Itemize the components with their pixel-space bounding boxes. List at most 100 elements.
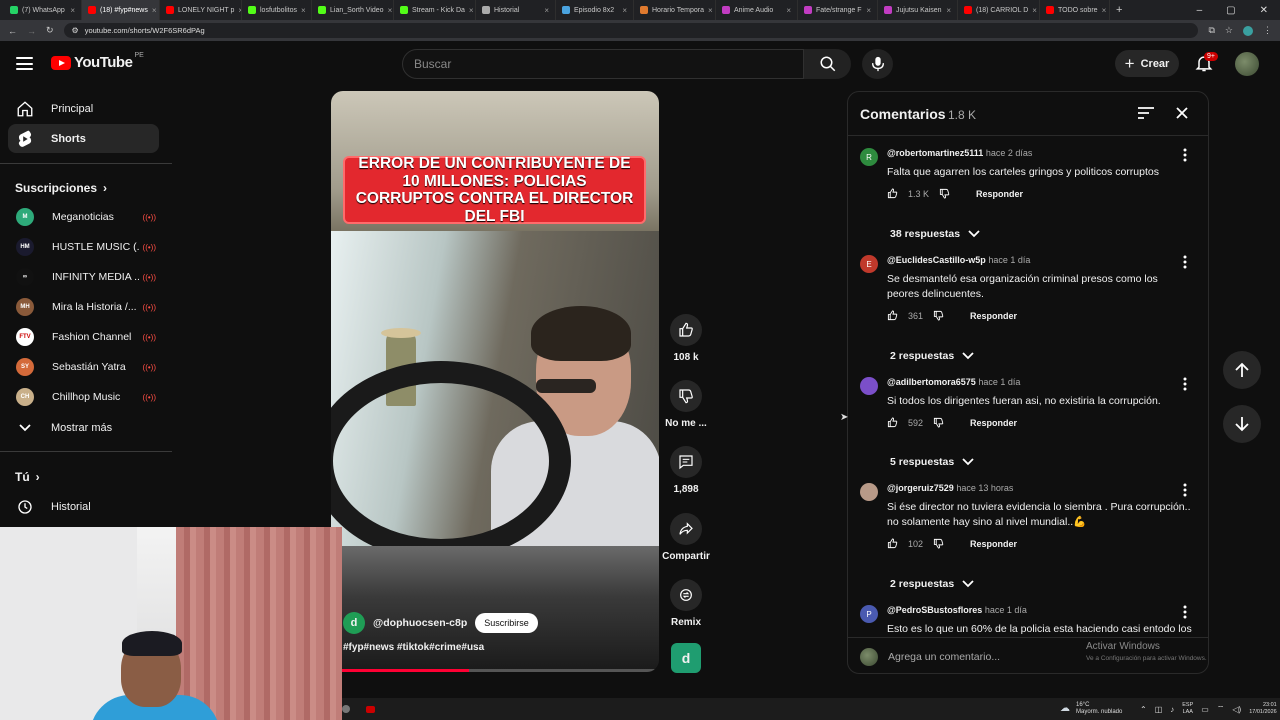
comment-author[interactable]: @adilbertomora6575 (887, 377, 976, 387)
browser-tab[interactable]: (18) CARRIOL D × (958, 0, 1040, 20)
comment-author[interactable]: @robertomartinez5111 (887, 148, 983, 158)
url-field[interactable]: ⚙ youtube.com/shorts/W2F6SR6dPAg (63, 23, 1199, 38)
bookmark-star-icon[interactable]: ☆ (1225, 25, 1233, 36)
reply-button[interactable]: Responder (970, 311, 1017, 321)
commenter-avatar[interactable]: E (860, 255, 878, 273)
browser-tab[interactable]: Lian_Sorth Video × (312, 0, 394, 20)
thumbs-down-icon[interactable] (933, 538, 944, 549)
sound-thumbnail[interactable]: d (671, 643, 701, 673)
subscription-item[interactable]: CH Chillhop Music ((•)) (16, 387, 156, 407)
subscription-item[interactable]: MH Mira la Historia /... ((•)) (16, 297, 156, 317)
subscription-item[interactable]: HM HUSTLE MUSIC (... ((•)) (16, 237, 156, 257)
new-tab-icon[interactable]: + (1116, 4, 1122, 16)
browser-tab[interactable]: (18) #fyp#news × (82, 0, 160, 20)
dislike-button[interactable]: No me ... (665, 380, 707, 429)
browser-tab[interactable]: (7) WhatsApp × (4, 0, 82, 20)
tab-close-icon[interactable]: × (942, 6, 951, 15)
tab-close-icon[interactable]: × (540, 6, 549, 15)
browser-tab[interactable]: Episodio 8x2 × (556, 0, 634, 20)
tab-close-icon[interactable]: × (66, 6, 75, 15)
view-replies-button[interactable]: 5 respuestas (890, 456, 974, 468)
browser-tab[interactable]: Horario Tempora × (634, 0, 716, 20)
menu-dots-icon[interactable]: ⋮ (1263, 25, 1272, 36)
sidebar-item-shorts[interactable]: Shorts (8, 124, 159, 153)
more-options-icon[interactable] (1180, 255, 1190, 269)
site-info-icon[interactable]: ⚙ (72, 26, 79, 35)
clock[interactable]: 23:01 17/01/2026 (1249, 702, 1277, 716)
browser-tab[interactable]: LONELY NIGHT p× (160, 0, 242, 20)
minimize-icon[interactable]: – (1197, 5, 1203, 16)
more-options-icon[interactable] (1180, 605, 1190, 619)
show-more-button[interactable]: Mostrar más (8, 413, 159, 442)
tab-close-icon[interactable]: × (618, 6, 627, 15)
thumbs-up-icon[interactable] (887, 417, 898, 428)
view-replies-button[interactable]: 38 respuestas (890, 228, 980, 240)
tray-volume-icon[interactable]: ◁) (1232, 705, 1241, 714)
close-icon[interactable] (1175, 106, 1189, 120)
extensions-icon[interactable]: ⧉ (1208, 25, 1214, 36)
search-input[interactable]: Buscar (402, 49, 804, 79)
sidebar-item-history[interactable]: Historial (8, 492, 159, 521)
create-button[interactable]: + Crear (1115, 50, 1179, 77)
tab-close-icon[interactable]: × (297, 6, 306, 15)
share-button[interactable]: Compartir (662, 513, 710, 562)
reply-button[interactable]: Responder (976, 189, 1023, 199)
youtube-logo[interactable]: YouTube PE (51, 52, 144, 71)
thumbs-up-icon[interactable] (887, 188, 898, 199)
browser-tab[interactable]: Jujutsu Kaisen × (878, 0, 958, 20)
reload-icon[interactable]: ↻ (46, 25, 54, 36)
comment-author[interactable]: @PedroSBustosflores (887, 605, 982, 615)
browser-tab[interactable]: TODO sobre × (1040, 0, 1110, 20)
thumbs-up-icon[interactable] (887, 310, 898, 321)
browser-tab[interactable]: Anime Audio × (716, 0, 798, 20)
remix-button[interactable]: Remix (668, 579, 704, 628)
tab-close-icon[interactable]: × (1098, 6, 1107, 15)
tab-close-icon[interactable]: × (384, 6, 393, 15)
commenter-avatar[interactable] (860, 377, 878, 395)
commenter-avatar[interactable]: P (860, 605, 878, 623)
view-replies-button[interactable]: 2 respuestas (890, 350, 974, 362)
subscription-item[interactable]: M Meganoticias ((•)) (16, 207, 156, 227)
menu-hamburger-icon[interactable] (16, 57, 33, 70)
thumbs-down-icon[interactable] (939, 188, 950, 199)
subscription-item[interactable]: SY Sebastián Yatra ((•)) (16, 357, 156, 377)
browser-tab[interactable]: Fate/strange F × (798, 0, 878, 20)
thumbs-up-icon[interactable] (887, 538, 898, 549)
tab-close-icon[interactable]: × (234, 6, 241, 15)
maximize-icon[interactable]: ▢ (1226, 5, 1235, 16)
browser-tab[interactable]: losfutbolitos × (242, 0, 312, 20)
sort-icon[interactable] (1137, 106, 1155, 120)
browser-tab[interactable]: Historial × (476, 0, 556, 20)
tab-close-icon[interactable]: × (704, 6, 713, 15)
profile-icon[interactable] (1243, 25, 1253, 36)
reply-button[interactable]: Responder (970, 539, 1017, 549)
next-video-button[interactable] (1223, 405, 1261, 443)
tab-close-icon[interactable]: × (1028, 6, 1037, 15)
channel-avatar[interactable]: d (343, 612, 365, 634)
comment-author[interactable]: @EuclidesCastillo-w5p (887, 255, 986, 265)
tray-network-icon[interactable]: ◫ (1155, 705, 1163, 714)
language-indicator[interactable]: ESP LAA (1182, 702, 1193, 716)
tab-close-icon[interactable]: × (465, 6, 474, 15)
comments-button[interactable]: 1,898 (668, 446, 704, 495)
tray-chevron-icon[interactable]: ⌃ (1140, 705, 1147, 714)
forward-icon[interactable]: → (27, 26, 36, 36)
shorts-video-player[interactable]: ERROR DE UN CONTRIBUYENTE DE 10 MILLONES… (331, 91, 659, 672)
thumbs-down-icon[interactable] (933, 417, 944, 428)
taskbar-app-icon[interactable] (342, 705, 350, 713)
browser-tab[interactable]: Stream - Kick Da × (394, 0, 476, 20)
taskbar-youtube-icon[interactable] (366, 705, 375, 713)
like-button[interactable]: 108 k (668, 314, 704, 363)
close-window-icon[interactable]: ✕ (1260, 5, 1268, 16)
more-options-icon[interactable] (1180, 377, 1190, 391)
channel-name[interactable]: @dophuocsen-c8p (373, 617, 467, 629)
subscriptions-heading[interactable]: Suscripciones › (15, 181, 107, 195)
tray-display-icon[interactable]: ▭ (1201, 705, 1209, 714)
commenter-avatar[interactable]: R (860, 148, 878, 166)
you-heading[interactable]: Tú › (15, 470, 40, 484)
subscription-item[interactable]: FTV Fashion Channel ((•)) (16, 327, 156, 347)
tab-close-icon[interactable]: × (148, 6, 157, 15)
more-options-icon[interactable] (1180, 148, 1190, 162)
more-options-icon[interactable] (1180, 483, 1190, 497)
view-replies-button[interactable]: 2 respuestas (890, 578, 974, 590)
